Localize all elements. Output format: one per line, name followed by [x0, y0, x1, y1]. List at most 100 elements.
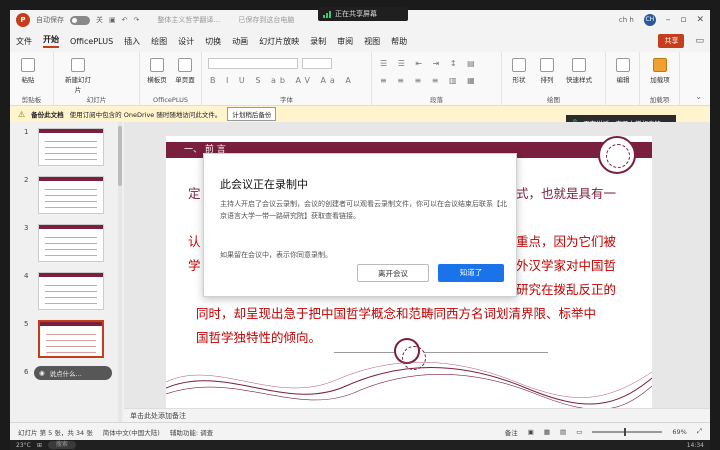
- thumbnail-number: 6: [24, 368, 29, 376]
- slide-thumbnail[interactable]: [38, 176, 104, 214]
- slide-thumbnail[interactable]: [38, 320, 104, 358]
- share-button[interactable]: 共享: [658, 34, 685, 48]
- slide-thumbnail[interactable]: [38, 128, 104, 166]
- new-slide-button[interactable]: 新建幻灯片: [64, 58, 92, 94]
- arrange-button[interactable]: 排列: [534, 58, 560, 84]
- reading-view-icon[interactable]: ▤: [560, 428, 566, 436]
- group-name: OfficePLUS: [152, 96, 189, 104]
- close-icon[interactable]: ✕: [696, 15, 704, 25]
- notice-text: 使用订阅中包含的 OneDrive 随时随地访问此文件。: [69, 111, 222, 119]
- thumbnail-line: [45, 285, 97, 286]
- tab-10[interactable]: 审阅: [337, 36, 353, 47]
- tab-9[interactable]: 录制: [310, 36, 326, 47]
- recording-dialog: 此会议正在录制中 主持人开启了会议云录制，会议的创建者可以观看云录制文件，你可以…: [203, 153, 517, 297]
- clock: 14:34: [686, 441, 704, 449]
- tab-3[interactable]: 插入: [124, 36, 140, 47]
- plan-backup-button[interactable]: 计划稍后备份: [227, 107, 277, 121]
- minimize-icon[interactable]: –: [666, 15, 671, 25]
- save-icon[interactable]: ▣: [109, 16, 116, 24]
- language[interactable]: 简体中文(中国大陆): [103, 427, 160, 437]
- group-name: 段落: [430, 96, 443, 104]
- group-edit: 编辑: [606, 52, 640, 106]
- slide-thumbnail[interactable]: [38, 272, 104, 310]
- saved-state: 已保存到这台电脑: [238, 16, 295, 24]
- zoom-slider[interactable]: [592, 427, 663, 436]
- zoom-level[interactable]: 69%: [672, 428, 686, 436]
- tab-7[interactable]: 动画: [232, 36, 248, 47]
- tab-4[interactable]: 绘图: [151, 36, 167, 47]
- thumbnail-scrollbar[interactable]: [118, 126, 122, 186]
- thumbnail-number: 2: [24, 176, 29, 184]
- notes-toggle-button[interactable]: 备注: [505, 427, 518, 437]
- start-icon[interactable]: ⊞: [37, 442, 42, 449]
- accessibility-status[interactable]: 辅助功能: 调查: [170, 427, 213, 437]
- ribbon-tabs: 文件 开始 OfficePLUS 插入 绘图 设计 切换 动画 幻灯片放映 录制 审阅 视图 帮助 共享 …: [10, 30, 710, 52]
- acknowledge-button[interactable]: 知道了: [438, 264, 504, 282]
- group-addins: 加载项 加载项: [640, 52, 680, 106]
- tab-12[interactable]: 帮助: [391, 36, 407, 47]
- undo-icon[interactable]: ↶: [122, 16, 128, 24]
- screen-share-banner[interactable]: 正在共享屏幕: [318, 7, 408, 21]
- autosave-label: 自动保存: [36, 16, 64, 24]
- thumbnail-line: [45, 303, 97, 304]
- taskbar-search[interactable]: 搜索: [47, 441, 76, 449]
- autosave-toggle[interactable]: [70, 15, 90, 25]
- camera-icon[interactable]: ▭: [695, 36, 704, 46]
- avatar[interactable]: CH: [643, 14, 656, 26]
- edit-button[interactable]: 编辑: [610, 58, 636, 84]
- thumbnail-line: [45, 207, 97, 208]
- list-format-icons[interactable]: ☰ ☰ ⇤ ⇥ ↕ ▤: [380, 59, 479, 68]
- alignment-icons[interactable]: ≡ ≡ ≡ ≡ ▥ ▦: [380, 76, 479, 85]
- redo-icon[interactable]: ↷: [134, 16, 140, 24]
- shape-button[interactable]: 形状: [506, 58, 532, 84]
- slideshow-icon[interactable]: ▭: [576, 428, 582, 436]
- thumbnail-line: [45, 195, 97, 196]
- addins-button[interactable]: 加载项: [646, 58, 674, 84]
- notes-pane[interactable]: 单击此处添加备注: [124, 408, 710, 422]
- divider: [424, 352, 548, 353]
- collapse-ribbon-icon[interactable]: ⌄: [695, 92, 702, 101]
- sorter-view-icon[interactable]: ▦: [544, 428, 550, 436]
- fit-window-icon[interactable]: ⤢: [697, 427, 702, 436]
- tab-0[interactable]: 文件: [16, 36, 32, 47]
- tab-1[interactable]: 开始: [43, 34, 59, 48]
- tab-11[interactable]: 视图: [364, 36, 380, 47]
- ribbon: 粘贴 剪贴板 新建幻灯片 幻灯片 横板页 单页面 OfficePLUS B I …: [10, 52, 710, 106]
- tab-8[interactable]: 幻灯片放映: [259, 36, 299, 47]
- template-icon: [150, 58, 164, 72]
- thumbnail-line: [45, 255, 97, 256]
- thumbnail-line: [46, 352, 96, 353]
- group-name: 幻灯片: [86, 96, 107, 104]
- thumbnail-header: [39, 177, 103, 181]
- font-format-icons[interactable]: B I U S ab AV Aa A: [210, 76, 355, 85]
- slide-text-line-2: 重点，因为它们被: [516, 234, 617, 249]
- slide-text-prefix-2: 认: [188, 234, 201, 249]
- search-icon: [616, 58, 630, 72]
- group-slides: 新建幻灯片 幻灯片: [54, 52, 140, 106]
- template-button[interactable]: 横板页: [144, 58, 170, 84]
- maximize-icon[interactable]: ▫: [680, 15, 686, 25]
- leave-meeting-button[interactable]: 离开会议: [357, 264, 429, 282]
- font-size-field[interactable]: [302, 58, 332, 69]
- normal-view-icon[interactable]: ▣: [528, 428, 534, 436]
- chat-input-pill[interactable]: ◉ 说点什么...: [34, 366, 112, 380]
- dialog-body: 主持人开启了会议云录制，会议的创建者可以观看云录制文件，你可以在会议结束后联系【…: [220, 200, 507, 220]
- font-name-field[interactable]: [208, 58, 298, 69]
- tab-5[interactable]: 设计: [178, 36, 194, 47]
- tab-6[interactable]: 切换: [205, 36, 221, 47]
- divider: [334, 352, 394, 353]
- shape-label: 形状: [512, 76, 526, 84]
- thumbnail-number: 5: [24, 320, 29, 328]
- thumbnail-header: [39, 273, 103, 277]
- slide-text-prefix-3: 学: [188, 258, 201, 273]
- quick-style-button[interactable]: 快速样式: [562, 58, 596, 84]
- paste-button[interactable]: 粘贴: [16, 58, 40, 84]
- slide-thumbnail[interactable]: [38, 224, 104, 262]
- status-bar: 幻灯片 第 5 张，共 34 张 简体中文(中国大陆) 辅助功能: 调查 备注 …: [10, 422, 710, 440]
- signal-icon: [323, 10, 331, 18]
- share-banner-text: 正在共享屏幕: [335, 10, 377, 18]
- tab-2[interactable]: OfficePLUS: [70, 37, 113, 46]
- shapes-icon: [512, 58, 526, 72]
- thumbnail-line: [45, 237, 97, 238]
- single-page-button[interactable]: 单页面: [172, 58, 198, 84]
